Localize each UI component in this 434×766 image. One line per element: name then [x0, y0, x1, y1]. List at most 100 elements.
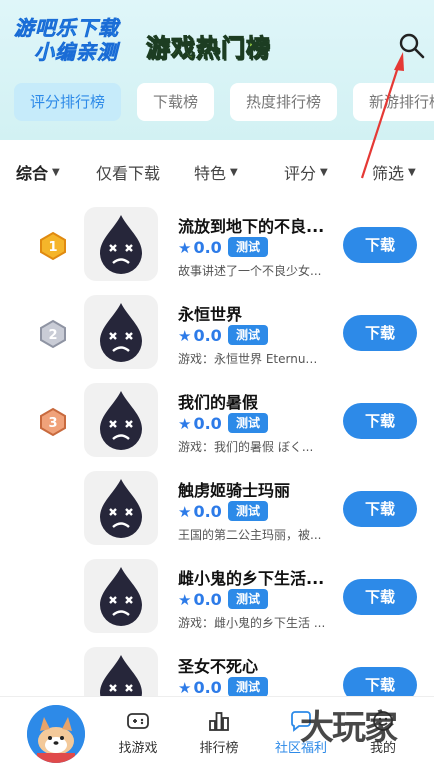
game-thumbnail[interactable] — [84, 295, 158, 369]
rating-value: 0.0 — [193, 414, 222, 433]
nav-community[interactable]: 社区福利 — [266, 703, 336, 756]
game-row[interactable]: 雌小鬼的乡下生活... ★ 0.0 测试 游戏：雌小鬼的乡下生活 ... 下载 — [0, 557, 434, 645]
filter-comprehensive-label: 综合 — [16, 164, 49, 183]
filter-download-only[interactable]: 仅看下载 — [96, 160, 160, 184]
avatar[interactable] — [27, 705, 85, 763]
search-button[interactable] — [396, 30, 428, 62]
game-row[interactable]: 2 永恒世界 ★ 0.0 测试 游戏：永恒世界 Eternum ... 下载 — [0, 293, 434, 381]
nav-find-game[interactable]: 找游戏 — [103, 703, 173, 756]
star-icon: ★ — [178, 414, 192, 433]
broken-image-drop-icon — [100, 391, 142, 450]
chevron-down-icon: ▼ — [408, 166, 416, 178]
tab-download-rank[interactable]: 下载榜 — [137, 83, 215, 121]
chevron-down-icon: ▼ — [320, 166, 328, 178]
nav-rank[interactable]: 排行榜 — [184, 703, 254, 756]
game-name[interactable]: 永恒世界 — [178, 301, 338, 325]
game-description: 游戏：雌小鬼的乡下生活 ... — [178, 616, 326, 630]
game-rating: ★ 0.0 — [178, 590, 222, 609]
filter-feature[interactable]: 特色 ▼ — [194, 160, 238, 184]
smile-icon — [373, 711, 393, 731]
game-description: 王国的第二公主玛丽，被... — [178, 528, 322, 542]
nav-find-game-label: 找游戏 — [118, 741, 158, 756]
chat-bubble-icon — [291, 711, 311, 732]
game-thumbnail[interactable] — [84, 471, 158, 545]
game-name[interactable]: 雌小鬼的乡下生活... — [178, 565, 338, 589]
bronze-medal-icon: 3 — [40, 407, 66, 437]
game-name[interactable]: 流放到地下的不良... — [178, 213, 338, 237]
filter-feature-label: 特色 — [194, 164, 227, 183]
filter-comprehensive[interactable]: 综合 ▼ — [16, 160, 60, 184]
header: 游吧乐下载 小编亲测 游戏热门榜 评分排行榜 下载榜 热度排行榜 新游排行榜 — [0, 0, 434, 140]
tab-score-rank[interactable]: 评分排行榜 — [14, 83, 122, 121]
svg-text:1: 1 — [48, 240, 57, 255]
rating-value: 0.0 — [193, 678, 222, 697]
app-root: 游吧乐下载 小编亲测 游戏热门榜 评分排行榜 下载榜 热度排行榜 新游排行榜 综… — [0, 0, 434, 766]
test-badge: 测试 — [228, 677, 269, 697]
filter-screen-label: 筛选 — [372, 164, 405, 183]
logo-line2: 小编亲测 — [34, 40, 118, 65]
broken-image-drop-icon — [100, 215, 142, 274]
tab-hot-rank[interactable]: 热度排行榜 — [230, 83, 338, 121]
filter-score[interactable]: 评分 ▼ — [284, 160, 328, 184]
rating-value: 0.0 — [193, 326, 222, 345]
bottom-nav: 找游戏 排行榜 社区福利 我的 — [0, 696, 434, 766]
mascot-avatar-icon — [27, 705, 85, 763]
game-name[interactable]: 触虏姬骑士玛丽 — [178, 477, 338, 501]
test-badge: 测试 — [228, 237, 269, 257]
nav-rank-label: 排行榜 — [199, 741, 239, 756]
download-button[interactable]: 下载 — [343, 403, 417, 439]
game-rating: ★ 0.0 — [178, 326, 222, 345]
test-badge: 测试 — [228, 501, 269, 521]
star-icon: ★ — [178, 326, 192, 345]
broken-image-drop-icon — [100, 303, 142, 362]
game-description: 故事讲述了一个不良少女... — [178, 264, 322, 278]
download-button[interactable]: 下载 — [343, 227, 417, 263]
tab-new-rank[interactable]: 新游排行榜 — [353, 83, 434, 121]
nav-mine-label: 我的 — [369, 741, 396, 756]
rating-value: 0.0 — [193, 238, 222, 257]
game-description: 游戏：我们的暑假 ぼく... — [178, 440, 314, 454]
filter-score-label: 评分 — [284, 164, 317, 183]
game-rating: ★ 0.0 — [178, 238, 222, 257]
download-button[interactable]: 下载 — [343, 491, 417, 527]
game-list: 1 流放到地下的不良... ★ 0.0 测试 故事讲述了一个不良少女... 下载… — [0, 205, 434, 733]
broken-image-drop-icon — [100, 479, 142, 538]
chevron-down-icon: ▼ — [52, 166, 60, 178]
bar-chart-icon — [209, 712, 229, 731]
game-row[interactable]: 3 我们的暑假 ★ 0.0 测试 游戏：我们的暑假 ぼく... 下载 — [0, 381, 434, 469]
silver-medal-icon: 2 — [40, 319, 66, 349]
rating-value: 0.0 — [193, 502, 222, 521]
star-icon: ★ — [178, 502, 192, 521]
search-icon[interactable] — [396, 30, 428, 62]
star-icon: ★ — [178, 238, 192, 257]
nav-mine[interactable]: 我的 — [348, 703, 418, 756]
game-name[interactable]: 圣女不死心 — [178, 653, 338, 677]
game-name[interactable]: 我们的暑假 — [178, 389, 338, 413]
game-rating: ★ 0.0 — [178, 414, 222, 433]
test-badge: 测试 — [228, 325, 269, 345]
gamepad-icon — [127, 713, 149, 729]
download-button[interactable]: 下载 — [343, 579, 417, 615]
test-badge: 测试 — [228, 413, 269, 433]
game-row[interactable]: 1 流放到地下的不良... ★ 0.0 测试 故事讲述了一个不良少女... 下载 — [0, 205, 434, 293]
filter-bar: 综合 ▼ 仅看下载 特色 ▼ 评分 ▼ 筛选 ▼ — [0, 150, 434, 192]
game-thumbnail[interactable] — [84, 559, 158, 633]
game-row[interactable]: 触虏姬骑士玛丽 ★ 0.0 测试 王国的第二公主玛丽，被... 下载 — [0, 469, 434, 557]
svg-text:3: 3 — [48, 416, 57, 431]
game-description: 游戏：永恒世界 Eternum ... — [178, 352, 328, 366]
game-rating: ★ 0.0 — [178, 678, 222, 697]
game-rating: ★ 0.0 — [178, 502, 222, 521]
broken-image-drop-icon — [100, 567, 142, 626]
download-button[interactable]: 下载 — [343, 315, 417, 351]
game-thumbnail[interactable] — [84, 383, 158, 457]
game-thumbnail[interactable] — [84, 207, 158, 281]
test-badge: 测试 — [228, 589, 269, 609]
filter-screen[interactable]: 筛选 ▼ — [372, 160, 416, 184]
rank-tabs: 评分排行榜 下载榜 热度排行榜 新游排行榜 — [14, 83, 434, 121]
chevron-down-icon: ▼ — [230, 166, 238, 178]
svg-text:2: 2 — [48, 328, 57, 343]
rating-value: 0.0 — [193, 590, 222, 609]
star-icon: ★ — [178, 590, 192, 609]
app-logo: 游吧乐下载 小编亲测 — [14, 12, 144, 65]
nav-community-label: 社区福利 — [274, 741, 327, 756]
